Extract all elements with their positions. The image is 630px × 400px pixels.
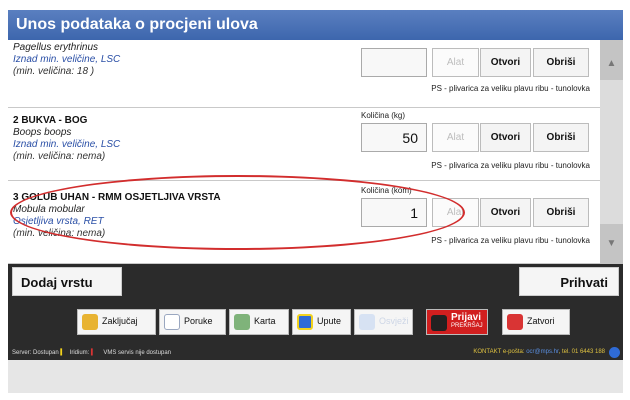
min-size: (min. veličina: 18 ) [13, 66, 95, 77]
signal-icon: ▍ [60, 350, 65, 356]
bottom-toolbar: Zaključaj Poruke Karta Upute Osvježi Pri… [8, 300, 623, 346]
map-icon [234, 314, 250, 330]
disabled-label: Osvježi [379, 316, 409, 326]
gear-description: PS - plivarica za veliku plavu ribu - tu… [431, 84, 590, 93]
server-status-text: Server: Dostupan [12, 350, 59, 356]
report-sublabel: PREKRŠAJ [451, 323, 483, 329]
gear-description: PS - plivarica za veliku plavu ribu - tu… [431, 236, 590, 245]
lock-label: Zaključaj [102, 316, 138, 326]
scroll-up-icon[interactable]: ▲ [600, 40, 623, 80]
open-button[interactable]: Otvori [480, 48, 531, 77]
status-bar: Server: Dostupan ▍ Iridium: ▍ VMS servis… [8, 346, 623, 360]
signal-weak-icon: ▍ [91, 350, 96, 356]
quantity-input[interactable]: 50 [361, 123, 427, 152]
delete-button[interactable]: Obriši [533, 123, 589, 152]
iridium-status-text: Iridium: [69, 350, 90, 356]
refresh-icon [359, 314, 375, 330]
quantity-label: Količina (kg) [361, 111, 406, 120]
delete-button[interactable]: Obriši [533, 198, 589, 227]
action-bar: Dodaj vrstu Prihvati [8, 264, 623, 300]
quantity-input[interactable] [361, 48, 427, 77]
instructions-button[interactable]: Upute [292, 309, 351, 335]
list-item[interactable]: 2 BUKVA - BOG Boops boops Iznad min. vel… [8, 109, 600, 181]
report-label: Prijavi [451, 312, 482, 323]
envelope-icon [164, 314, 180, 330]
empty-area [8, 360, 623, 393]
list-scrollbar[interactable]: ▲ ▼ [600, 40, 623, 264]
min-size: (min. veličina: nema) [13, 151, 106, 162]
open-button[interactable]: Otvori [480, 123, 531, 152]
disabled-button[interactable]: Osvježi [354, 309, 413, 335]
gear-button[interactable]: Alat [432, 48, 479, 77]
contact-phone: , tel. 01 6443 188 [558, 349, 605, 355]
map-label: Karta [254, 316, 276, 326]
accept-button[interactable]: Prihvati [519, 267, 619, 296]
close-icon [507, 314, 523, 330]
latin-name: Pagellus erythrinus [13, 42, 99, 53]
species-name: 2 BUKVA - BOG [13, 115, 88, 126]
latin-name: Boops boops [13, 127, 72, 138]
messages-label: Poruke [184, 316, 213, 326]
close-button[interactable]: Zatvori [502, 309, 570, 335]
lock-button[interactable]: Zaključaj [77, 309, 156, 335]
report-violation-button[interactable]: Prijavi PREKRŠAJ [426, 309, 488, 335]
contact-info: KONTAKT e-pošta: ocr@mps.hr, tel. 01 644… [473, 349, 605, 355]
list-item[interactable]: Pagellus erythrinus Iznad min. veličine,… [8, 40, 600, 108]
scroll-down-icon[interactable]: ▼ [600, 224, 623, 264]
close-label: Zatvori [527, 316, 555, 326]
connection-status: Server: Dostupan ▍ Iridium: ▍ VMS servis… [12, 349, 171, 356]
alarm-icon [431, 315, 447, 331]
delete-button[interactable]: Obriši [533, 48, 589, 77]
gear-button[interactable]: Alat [432, 123, 479, 152]
lock-icon [82, 314, 98, 330]
dialog-title: Unos podataka o procjeni ulova [8, 10, 623, 40]
vms-status-text: VMS servis nije dostupan [103, 350, 172, 356]
messages-button[interactable]: Poruke [159, 309, 226, 335]
contact-email-link[interactable]: ocr@mps.hr [526, 349, 558, 355]
species-status: Iznad min. veličine, LSC [13, 54, 121, 65]
open-button[interactable]: Otvori [480, 198, 531, 227]
map-button[interactable]: Karta [229, 309, 289, 335]
instructions-label: Upute [317, 316, 342, 326]
add-species-button[interactable]: Dodaj vrstu [12, 267, 122, 296]
help-icon [297, 314, 313, 330]
logo-icon [609, 347, 620, 358]
species-status: Iznad min. veličine, LSC [13, 139, 121, 150]
highlight-ellipse [10, 175, 465, 250]
contact-label: KONTAKT e-pošta: [473, 349, 525, 355]
gear-description: PS - plivarica za veliku plavu ribu - tu… [431, 161, 590, 170]
